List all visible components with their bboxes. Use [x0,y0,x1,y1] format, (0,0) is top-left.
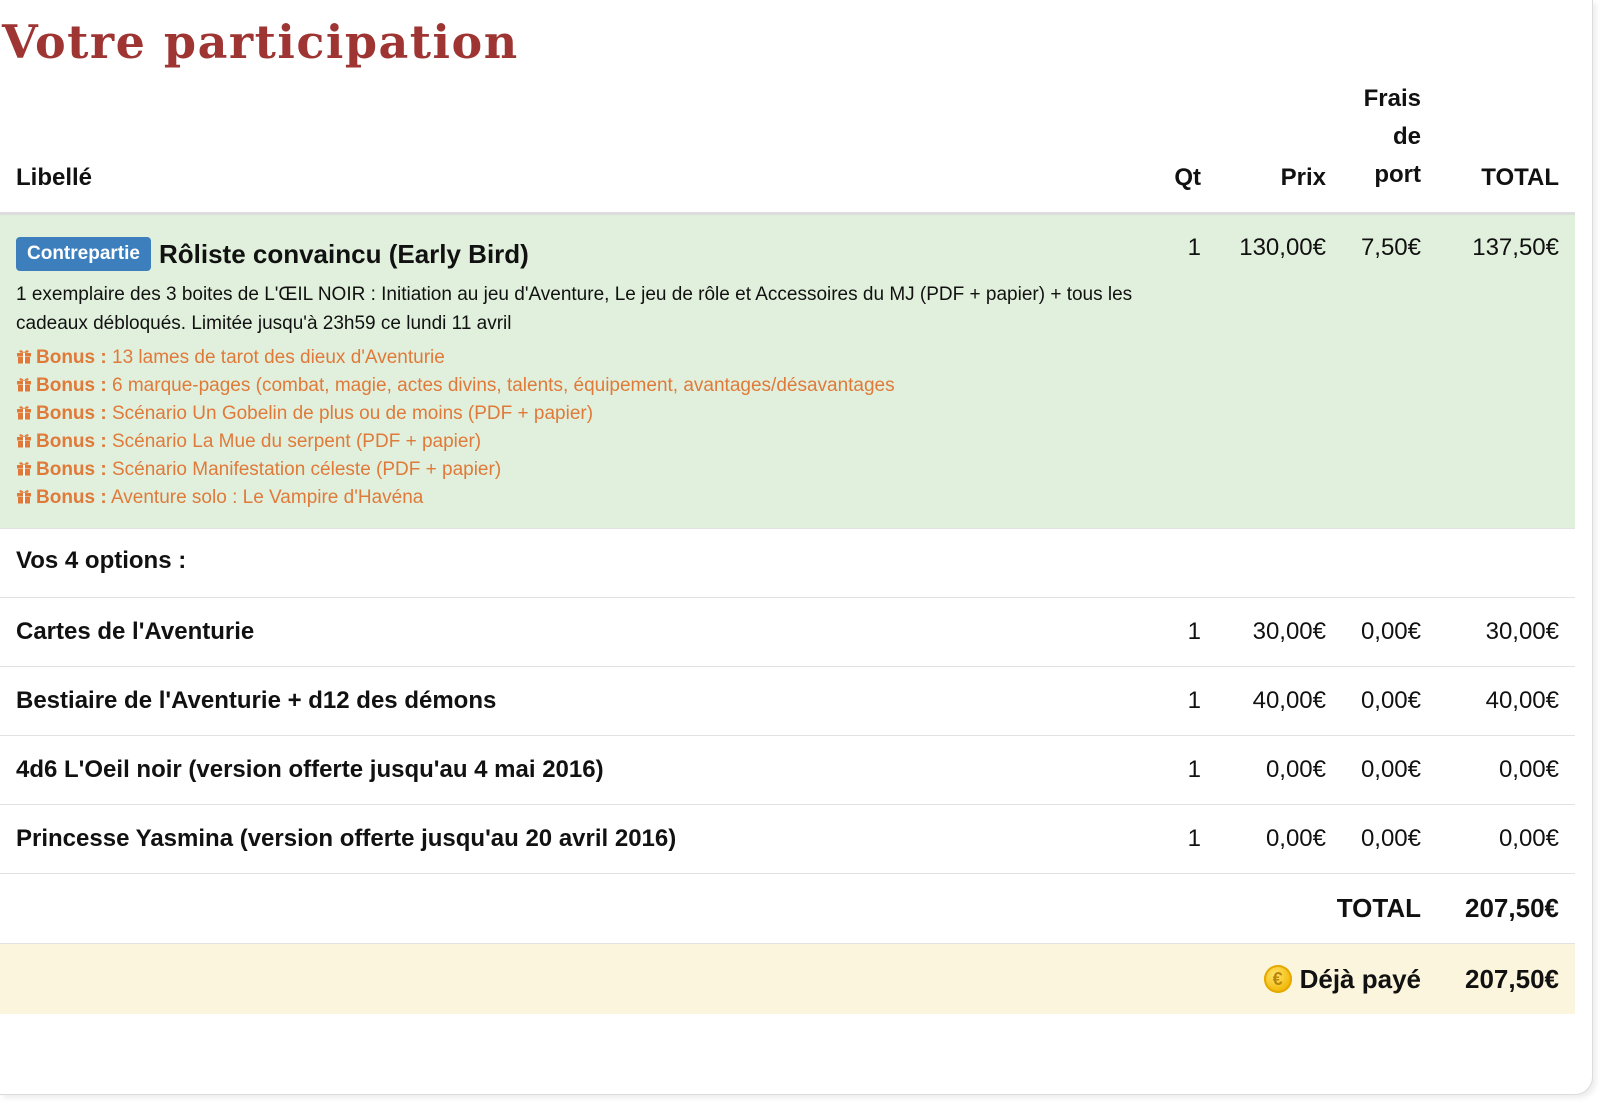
option-qt: 1 [1187,756,1201,783]
column-header-port-line: Frais [1363,85,1421,112]
option-port: 0,00€ [1360,618,1421,645]
option-label: Bestiaire de l'Aventurie + d12 des démon… [16,687,497,714]
paid-row: € Déjà payé 207,50€ [0,944,1575,1014]
option-port: 0,00€ [1360,756,1421,783]
bonus-text: Scénario Un Gobelin de plus ou de moins … [112,403,594,424]
bonus-item: Bonus : Aventure solo : Le Vampire d'Hav… [16,484,895,512]
bonus-item: Bonus : Scénario La Mue du serpent (PDF … [16,428,895,456]
option-row: Bestiaire de l'Aventurie + d12 des démon… [0,667,1575,736]
reward-port: 7,50€ [1360,234,1421,261]
column-header-port-line: port [1374,161,1421,188]
bonus-item: Bonus : Scénario Un Gobelin de plus ou d… [16,400,895,428]
gift-icon [17,350,31,364]
option-port: 0,00€ [1360,825,1421,852]
reward-qt: 1 [1187,234,1201,261]
column-header-frais-de-port: Frais de port [1341,80,1421,194]
gift-icon [17,490,31,504]
bonus-text: Aventure solo : Le Vampire d'Havéna [110,487,424,508]
reward-description: 1 exemplaire des 3 boites de L'ŒIL NOIR … [16,284,1133,334]
grand-total-label: TOTAL [1336,893,1421,923]
paid-value: 207,50€ [1465,964,1559,994]
bonus-text: Scénario Manifestation céleste (PDF + pa… [112,459,502,480]
contrepartie-badge: Contrepartie [16,237,151,271]
bonus-item: Bonus : 6 marque-pages (combat, magie, a… [16,372,895,400]
option-prix: 0,00€ [1265,825,1326,852]
reward-title: Rôliste convaincu (Early Bird) [158,238,529,269]
total-row: TOTAL 207,50€ [0,874,1575,944]
option-row: Cartes de l'Aventurie 1 30,00€ 0,00€ 30,… [0,598,1575,667]
gift-icon [17,406,31,420]
option-qt: 1 [1187,687,1201,714]
reward-total: 137,50€ [1472,234,1559,261]
reward-heading: Contrepartie Rôliste convaincu (Early Bi… [16,236,529,272]
bonus-label: Bonus : [36,403,107,424]
bonus-label: Bonus : [36,431,107,452]
option-qt: 1 [1187,825,1201,852]
paid-label-group: € Déjà payé [1263,963,1421,995]
bonus-list: Bonus : 13 lames de tarot des dieux d'Av… [16,344,895,512]
option-label: Princesse Yasmina (version offerte jusqu… [16,825,677,852]
option-label: 4d6 L'Oeil noir (version offerte jusqu'a… [16,756,604,783]
option-qt: 1 [1187,618,1201,645]
option-port: 0,00€ [1360,687,1421,714]
option-prix: 0,00€ [1265,756,1326,783]
column-header-port-line: de [1392,123,1421,150]
option-total: 30,00€ [1485,618,1559,645]
participation-card: Votre participation Libellé Qt Prix Frai… [0,0,1593,1095]
option-row: 4d6 L'Oeil noir (version offerte jusqu'a… [0,736,1575,805]
column-header-total: TOTAL [1481,164,1559,191]
column-header-libelle: Libellé [16,164,93,191]
bonus-label: Bonus : [36,487,107,508]
column-header-qt: Qt [1174,164,1201,191]
options-title-row: Vos 4 options : [0,529,1575,598]
column-header-prix: Prix [1280,164,1326,191]
option-row: Princesse Yasmina (version offerte jusqu… [0,805,1575,874]
reward-prix: 130,00€ [1239,234,1326,261]
page-title: Votre participation [2,15,519,69]
option-prix: 30,00€ [1252,618,1326,645]
bonus-text: Scénario La Mue du serpent (PDF + papier… [112,431,482,452]
reward-row: Contrepartie Rôliste convaincu (Early Bi… [0,215,1575,529]
bonus-text: 13 lames de tarot des dieux d'Aventurie [112,347,445,368]
euro-coin-icon: € [1263,965,1292,993]
participation-table: Libellé Qt Prix Frais de port TOTAL Cont… [0,85,1575,1014]
option-total: 0,00€ [1498,825,1559,852]
option-total: 40,00€ [1485,687,1559,714]
gift-icon [17,378,31,392]
bonus-label: Bonus : [36,347,107,368]
grand-total-value: 207,50€ [1465,893,1559,923]
gift-icon [17,462,31,476]
bonus-item: Bonus : 13 lames de tarot des dieux d'Av… [16,344,895,372]
bonus-label: Bonus : [36,459,107,480]
paid-label: Déjà payé [1299,964,1421,994]
bonus-text: 6 marque-pages (combat, magie, actes div… [112,375,895,396]
option-total: 0,00€ [1498,756,1559,783]
option-prix: 40,00€ [1252,687,1326,714]
table-header: Libellé Qt Prix Frais de port TOTAL [0,85,1575,215]
option-label: Cartes de l'Aventurie [16,618,255,645]
gift-icon [17,434,31,448]
bonus-label: Bonus : [36,375,107,396]
bonus-item: Bonus : Scénario Manifestation céleste (… [16,456,895,484]
options-title: Vos 4 options : [16,547,187,574]
